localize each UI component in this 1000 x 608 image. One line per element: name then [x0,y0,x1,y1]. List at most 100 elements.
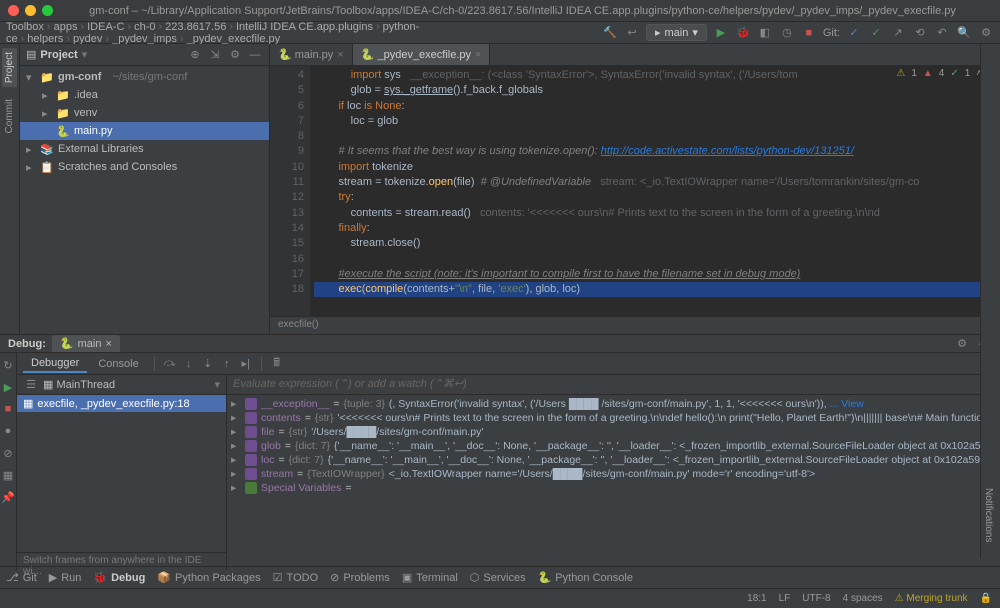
breadcrumb-item[interactable]: Toolbox [6,21,54,33]
run-config-label: main [665,27,689,39]
vcs-push-icon[interactable]: ↗ [890,25,906,41]
debug-settings-icon[interactable]: ⚙ [954,336,970,352]
view-breakpoints-icon[interactable]: ● [0,423,16,439]
step-into-icon[interactable]: ↓ [181,356,197,372]
close-icon[interactable]: × [105,338,111,350]
frames-panel: ☰ ▦ MainThread ▾ ▦ execfile, _pydev_exec… [17,375,227,570]
editor-tab[interactable]: 🐍 main.py × [270,44,353,65]
search-icon[interactable]: 🔍 [956,25,972,41]
expand-all-icon[interactable]: ⇲ [207,47,223,63]
indent-status[interactable]: 4 spaces [843,593,883,604]
evaluate-input[interactable]: Evaluate expression (⌃) or add a watch (… [227,375,1000,395]
tree-venv[interactable]: ▸📁venv [20,104,269,122]
git-tool[interactable]: ⎇ Git [6,571,37,584]
tree-external-libs[interactable]: ▸📚External Libraries [20,140,269,158]
variable-row[interactable]: ▸ Special Variables = [227,481,1000,495]
tree-root[interactable]: ▾📁gm-conf ~/sites/gm-conf [20,68,269,86]
warning-icon: ⚠ [896,68,905,79]
breadcrumb-item[interactable]: pydev [73,33,112,45]
close-tab-icon[interactable]: × [337,49,343,61]
breadcrumb-item[interactable]: apps [54,21,88,33]
maximize-window-icon[interactable] [42,5,53,16]
frames-filter-icon[interactable]: ☰ [23,377,39,393]
view-link[interactable]: ... View [830,398,864,410]
editor-breadcrumb[interactable]: execfile() [270,316,1000,334]
notifications-tab[interactable]: Notifications [981,482,996,548]
close-tab-icon[interactable]: × [475,49,481,61]
file-encoding[interactable]: UTF-8 [802,593,830,604]
terminal-tool[interactable]: ▣ Terminal [402,571,458,584]
breadcrumb-item[interactable]: 223.8617.56 [165,21,236,33]
breadcrumb-item[interactable]: _pydev_imps [112,33,187,45]
variable-row[interactable]: ▸ file = {str} '/Users/████/sites/gm-con… [227,425,1000,439]
step-out-icon[interactable]: ↑ [219,356,235,372]
variable-row[interactable]: ▸ contents = {str} '<<<<<<< ours\n# Prin… [227,411,1000,425]
code-area[interactable]: import sys __exception__: (<class 'Synta… [310,66,1000,316]
hide-panel-icon[interactable]: — [247,47,263,63]
tree-main-py[interactable]: 🐍main.py [20,122,269,140]
stop-debug-icon[interactable]: ■ [0,401,16,417]
left-tool-strip: Project Commit [0,44,20,334]
debug-icon[interactable]: 🐞 [735,25,751,41]
problems-tool[interactable]: ⊘ Problems [330,571,390,584]
run-tool[interactable]: ▶ Run [49,571,82,584]
select-opened-icon[interactable]: ⊕ [187,47,203,63]
tree-idea[interactable]: ▸📁.idea [20,86,269,104]
python-packages-tool[interactable]: 📦 Python Packages [157,571,260,584]
switch-frames-hint: Switch frames from anywhere in the IDE w… [17,552,226,570]
caret-position[interactable]: 18:1 [747,593,766,604]
close-window-icon[interactable] [8,5,19,16]
line-ending[interactable]: LF [779,593,791,604]
gear-icon[interactable]: ⚙ [227,47,243,63]
debug-session-tab[interactable]: 🐍 main × [52,335,120,352]
resume-icon[interactable]: ▶ [0,379,16,395]
nav-back-icon[interactable]: ↩ [624,25,640,41]
project-tool-tab[interactable]: Project [2,48,17,87]
run-to-cursor-icon[interactable]: ▸| [238,356,254,372]
editor-tab[interactable]: 🐍 _pydev_execfile.py × [353,44,491,65]
profile-icon[interactable]: ◷ [779,25,795,41]
variable-row[interactable]: ▸ loc = {dict: 7} {'__name__': '__main__… [227,453,1000,467]
breadcrumb-item[interactable]: ch-0 [134,21,165,33]
stop-icon[interactable]: ■ [801,25,817,41]
evaluate-icon[interactable]: 🖩 [269,356,285,372]
status-bar: 18:1 LF UTF-8 4 spaces ⚠ Merging trunk 🔒 [0,588,1000,608]
breadcrumb-item[interactable]: IDEA-C [87,21,134,33]
variable-row[interactable]: ▸ stream = {TextIOWrapper} <_io.TextIOWr… [227,467,1000,481]
debugger-subtab[interactable]: Debugger [23,355,87,373]
vcs-rollback-icon[interactable]: ↶ [934,25,950,41]
vcs-update-icon[interactable]: ✓ [846,25,862,41]
gutter[interactable]: 456789101112131415161718 [270,66,310,316]
breadcrumb-item[interactable]: helpers [27,33,73,45]
frame-row[interactable]: ▦ execfile, _pydev_execfile.py:18 [17,395,226,412]
step-into-my-icon[interactable]: ⇣ [200,356,216,372]
console-subtab[interactable]: Console [90,356,146,372]
run-icon[interactable]: ▶ [713,25,729,41]
thread-selector[interactable]: ▦ MainThread [43,378,115,391]
breadcrumb-item[interactable]: IntelliJ IDEA CE.app.plugins [236,21,383,33]
commit-tool-tab[interactable]: Commit [2,95,17,137]
todo-tool[interactable]: ☑ TODO [273,571,318,584]
tree-scratches[interactable]: ▸📋Scratches and Consoles [20,158,269,176]
breadcrumb-item[interactable]: _pydev_execfile.py [187,33,287,45]
debug-tool[interactable]: 🐞 Debug [93,571,145,584]
git-branch-status[interactable]: ⚠ Merging trunk [895,593,968,604]
run-config-selector[interactable]: ▸ main ▾ [646,24,707,41]
coverage-icon[interactable]: ◧ [757,25,773,41]
mute-breakpoints-icon[interactable]: ⊘ [0,445,16,461]
editor-tabs: 🐍 main.py ×🐍 _pydev_execfile.py × [270,44,1000,66]
rerun-icon[interactable]: ↻ [0,357,16,373]
step-over-icon[interactable]: ⤼ [162,356,178,372]
variable-row[interactable]: ▸ glob = {dict: 7} {'__name__': '__main_… [227,439,1000,453]
layout-icon[interactable]: ▦ [0,467,16,483]
python-console-tool[interactable]: 🐍 Python Console [538,571,633,584]
vcs-history-icon[interactable]: ⟲ [912,25,928,41]
build-icon[interactable]: 🔨 [602,25,618,41]
services-tool[interactable]: ⬡ Services [470,571,526,584]
lock-icon[interactable]: 🔒 [980,593,992,604]
vcs-commit-icon[interactable]: ✓ [868,25,884,41]
pin-icon[interactable]: 📌 [0,489,16,505]
variable-row[interactable]: ▸ __exception__ = {tuple: 3} (, SyntaxEr… [227,397,1000,411]
minimize-window-icon[interactable] [25,5,36,16]
settings-icon[interactable]: ⚙ [978,25,994,41]
